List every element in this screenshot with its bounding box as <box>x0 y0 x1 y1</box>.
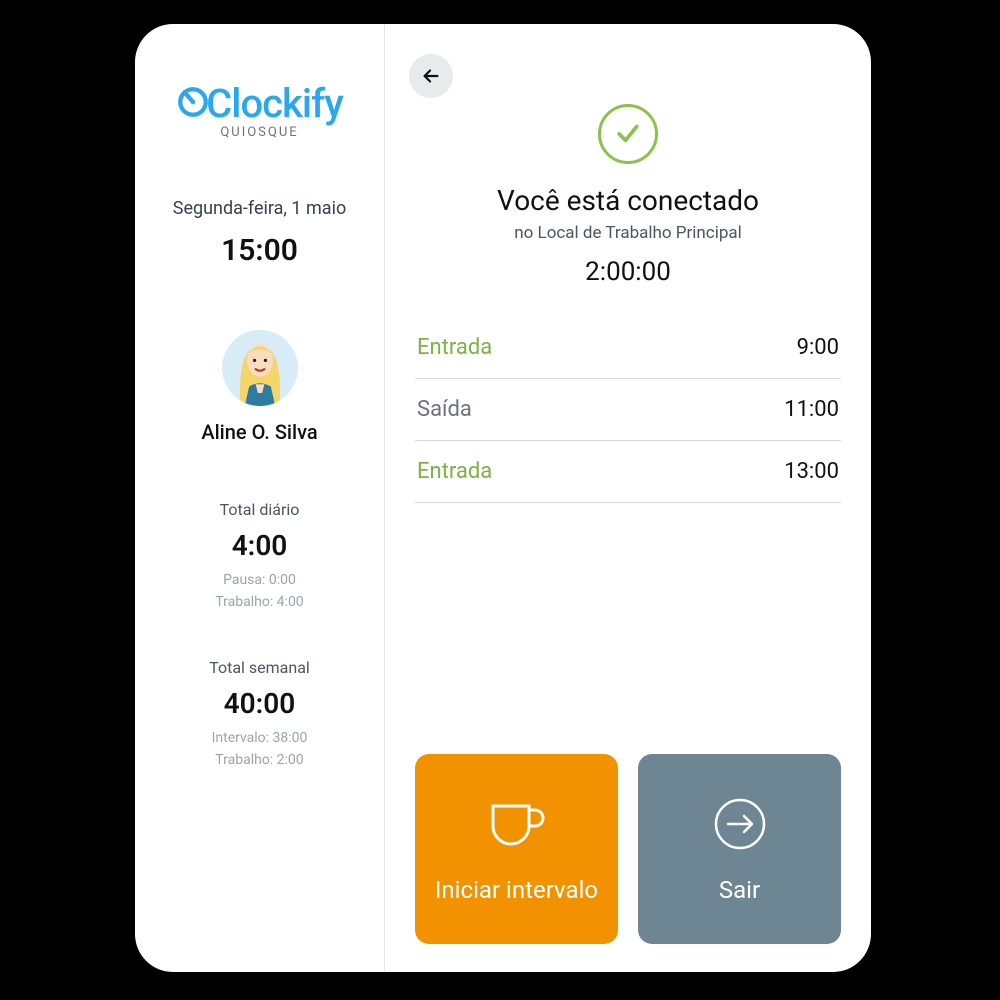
status-elapsed: 2:00:00 <box>415 257 841 287</box>
status-check-icon <box>598 104 658 164</box>
avatar-illustration-icon <box>227 330 293 406</box>
kiosk-device-frame: Clockify QUIOSQUE Segunda-feira, 1 maio … <box>135 24 871 972</box>
weekly-total-label: Total semanal <box>209 658 310 677</box>
weekly-total-value: 40:00 <box>209 687 310 720</box>
sidebar: Clockify QUIOSQUE Segunda-feira, 1 maio … <box>135 24 385 972</box>
back-button[interactable] <box>409 54 453 98</box>
brand-subtitle: QUIOSQUE <box>176 125 343 140</box>
log-row: Saída 11:00 <box>415 379 841 441</box>
time-log: Entrada 9:00 Saída 11:00 Entrada 13:00 <box>415 317 841 503</box>
main-panel: Você está conectado no Local de Trabalho… <box>385 24 871 972</box>
weekly-work: Trabalho: 2:00 <box>209 752 310 768</box>
status-subtitle: no Local de Trabalho Principal <box>415 223 841 243</box>
status-title: Você está conectado <box>415 184 841 217</box>
exit-arrow-icon <box>710 794 770 854</box>
exit-button[interactable]: Sair <box>638 754 841 944</box>
log-row: Entrada 9:00 <box>415 317 841 379</box>
clock-logo-icon <box>176 85 210 119</box>
current-time: 15:00 <box>221 233 298 268</box>
avatar <box>222 330 298 406</box>
daily-work: Trabalho: 4:00 <box>215 594 303 610</box>
brand-name: Clockify <box>206 80 343 127</box>
log-label: Entrada <box>417 335 492 360</box>
log-time: 11:00 <box>784 397 839 422</box>
daily-total-block: Total diário 4:00 Pausa: 0:00 Trabalho: … <box>215 500 303 610</box>
coffee-cup-icon <box>485 794 549 854</box>
exit-label: Sair <box>719 876 760 904</box>
log-label: Saída <box>417 397 472 422</box>
log-time: 9:00 <box>797 335 839 360</box>
brand: Clockify QUIOSQUE <box>176 80 343 140</box>
current-date: Segunda-feira, 1 maio <box>173 198 346 219</box>
start-break-button[interactable]: Iniciar intervalo <box>415 754 618 944</box>
log-row: Entrada 13:00 <box>415 441 841 503</box>
arrow-left-icon <box>420 65 442 87</box>
daily-total-value: 4:00 <box>215 529 303 562</box>
status-area: Você está conectado no Local de Trabalho… <box>415 104 841 287</box>
daily-break: Pausa: 0:00 <box>215 572 303 588</box>
weekly-break: Intervalo: 38:00 <box>209 730 310 746</box>
weekly-total-block: Total semanal 40:00 Intervalo: 38:00 Tra… <box>209 658 310 768</box>
action-buttons: Iniciar intervalo Sair <box>415 754 841 944</box>
user-name: Aline O. Silva <box>201 420 317 444</box>
log-label: Entrada <box>417 459 492 484</box>
daily-total-label: Total diário <box>215 500 303 519</box>
start-break-label: Iniciar intervalo <box>435 876 598 904</box>
log-time: 13:00 <box>784 459 839 484</box>
